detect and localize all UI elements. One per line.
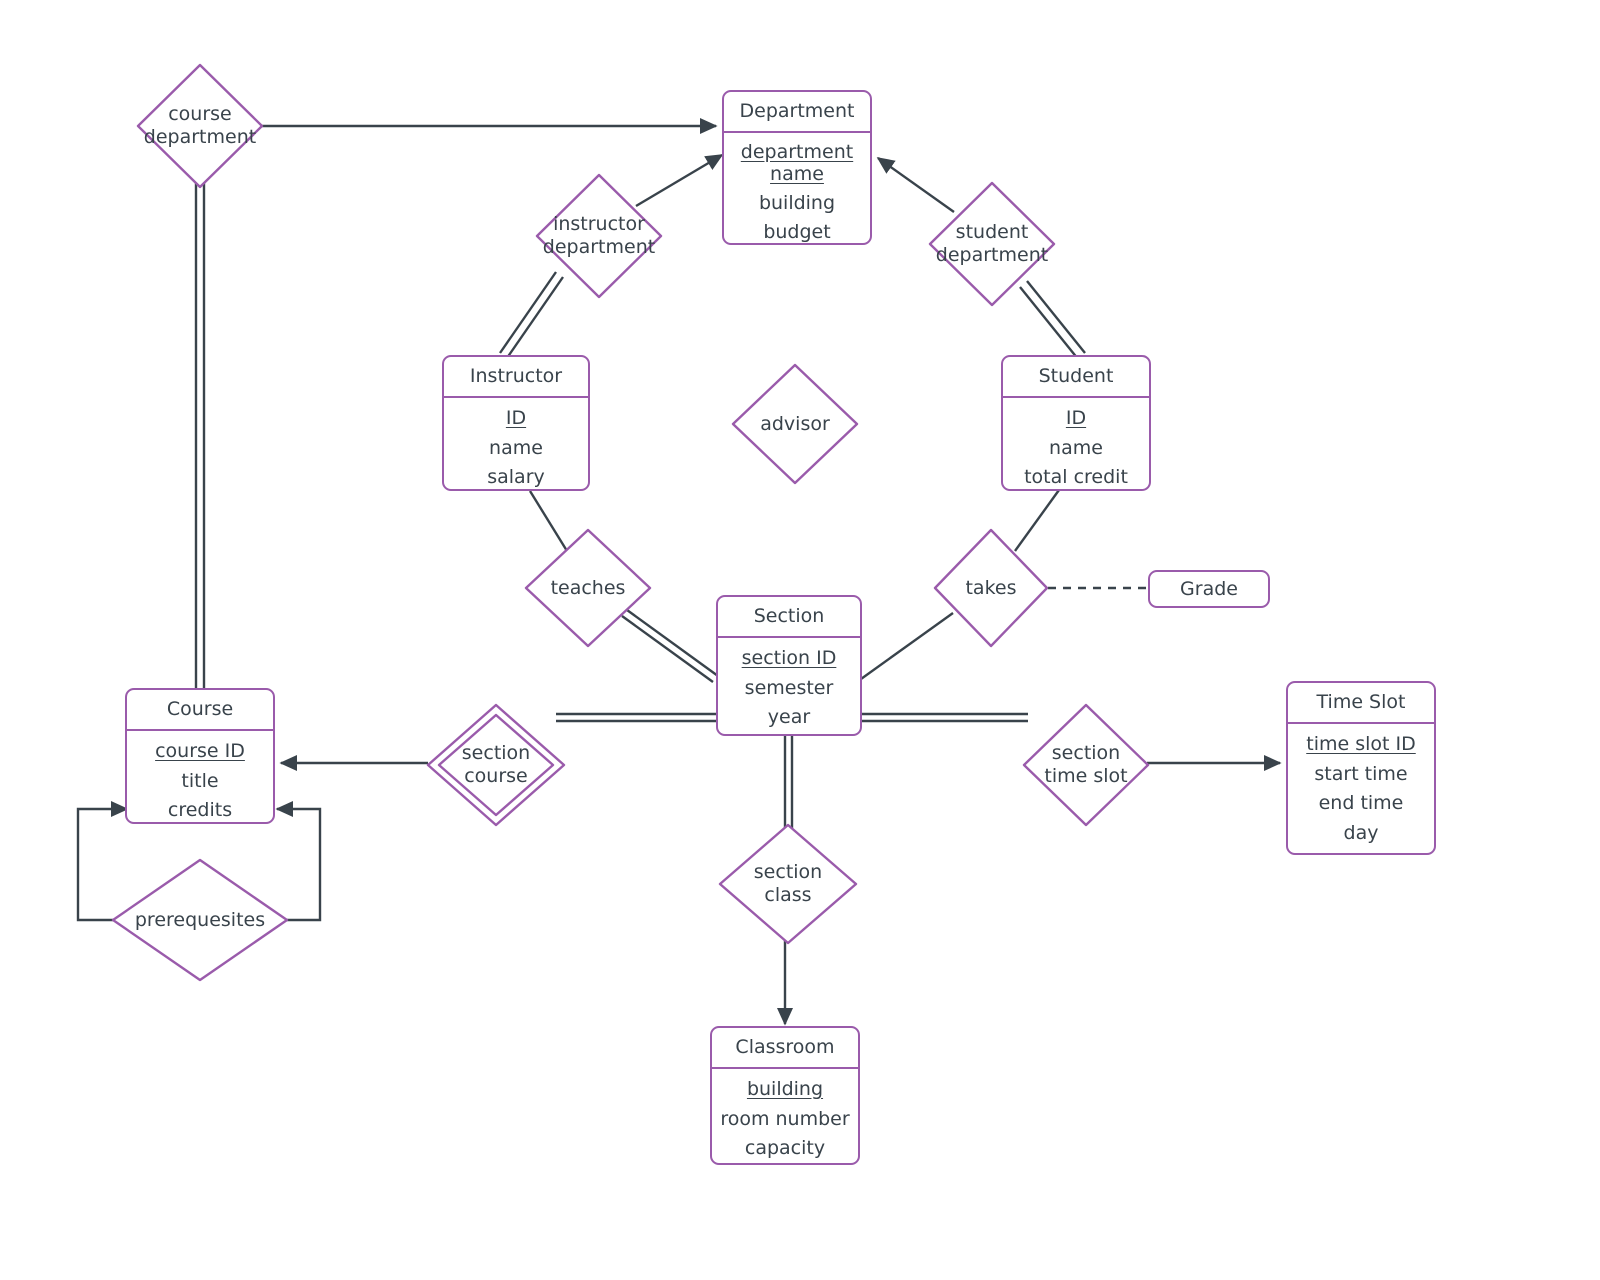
relationship-takes[interactable]: takes bbox=[932, 527, 1050, 649]
er-diagram-canvas: Department department name building budg… bbox=[0, 0, 1600, 1280]
entity-attributes: building room number capacity bbox=[712, 1069, 858, 1172]
attribute-time-slot-id: time slot ID bbox=[1306, 732, 1416, 755]
entity-instructor[interactable]: Instructor ID name salary bbox=[442, 355, 590, 491]
entity-title: Student bbox=[1003, 357, 1149, 398]
attribute-department-name: department name bbox=[740, 140, 854, 185]
attribute-box-label: Grade bbox=[1180, 578, 1238, 600]
entity-attributes: section ID semester year bbox=[718, 638, 860, 741]
attribute-capacity: capacity bbox=[744, 1137, 826, 1160]
entity-student[interactable]: Student ID name total credit bbox=[1001, 355, 1151, 491]
entity-section[interactable]: Section section ID semester year bbox=[716, 595, 862, 736]
attribute-year: year bbox=[767, 706, 811, 729]
attribute-student-id: ID bbox=[1065, 406, 1087, 429]
entity-title: Classroom bbox=[712, 1028, 858, 1069]
diamond-shape bbox=[1022, 703, 1150, 827]
attribute-credits: credits bbox=[167, 799, 233, 822]
attribute-salary: salary bbox=[487, 466, 545, 489]
attribute-instructor-id: ID bbox=[505, 406, 527, 429]
diamond-shape bbox=[718, 823, 858, 945]
attribute-instructor-name: name bbox=[489, 436, 543, 459]
entity-time-slot[interactable]: Time Slot time slot ID start time end ti… bbox=[1286, 681, 1436, 855]
attribute-total-credit: total credit bbox=[1024, 466, 1128, 489]
entity-title: Section bbox=[718, 597, 860, 638]
relationship-section-course[interactable]: section course bbox=[425, 702, 567, 828]
relationship-prerequesites[interactable]: prerequesites bbox=[110, 857, 290, 983]
relationship-advisor[interactable]: advisor bbox=[730, 362, 860, 486]
diamond-shape-double bbox=[426, 703, 566, 827]
attribute-budget: budget bbox=[763, 221, 831, 244]
entity-attributes: course ID title credits bbox=[127, 731, 273, 834]
attribute-box-grade[interactable]: Grade bbox=[1148, 570, 1270, 608]
entity-attributes: department name building budget bbox=[724, 133, 870, 256]
relationship-section-time-slot[interactable]: section time slot bbox=[1021, 702, 1151, 828]
entity-attributes: ID name salary bbox=[444, 398, 588, 501]
attribute-title: title bbox=[181, 769, 219, 792]
entity-attributes: time slot ID start time end time day bbox=[1288, 724, 1434, 857]
attribute-room-number: room number bbox=[720, 1107, 850, 1130]
diamond-shape bbox=[524, 528, 652, 648]
relationship-course-department[interactable]: course department bbox=[135, 62, 265, 190]
diamond-shape bbox=[928, 181, 1056, 307]
attribute-semester: semester bbox=[744, 676, 834, 699]
attribute-section-id: section ID bbox=[741, 646, 837, 669]
entity-title: Time Slot bbox=[1288, 683, 1434, 724]
relationship-instructor-department[interactable]: instructor department bbox=[534, 172, 664, 300]
entity-title: Instructor bbox=[444, 357, 588, 398]
diamond-shape bbox=[731, 363, 859, 485]
attribute-building: building bbox=[758, 191, 836, 214]
entity-attributes: ID name total credit bbox=[1003, 398, 1149, 501]
attribute-course-id: course ID bbox=[155, 739, 245, 762]
attribute-classroom-building: building bbox=[746, 1077, 824, 1100]
diamond-shape bbox=[535, 173, 663, 299]
attribute-student-name: name bbox=[1049, 436, 1103, 459]
entity-department[interactable]: Department department name building budg… bbox=[722, 90, 872, 245]
diamond-shape bbox=[933, 528, 1049, 648]
diamond-shape bbox=[111, 858, 289, 982]
attribute-end-time: end time bbox=[1318, 792, 1404, 815]
relationship-student-department[interactable]: student department bbox=[927, 180, 1057, 308]
relationship-section-class[interactable]: section class bbox=[717, 822, 859, 946]
attribute-start-time: start time bbox=[1314, 762, 1408, 785]
entity-title: Course bbox=[127, 690, 273, 731]
entity-classroom[interactable]: Classroom building room number capacity bbox=[710, 1026, 860, 1165]
entity-course[interactable]: Course course ID title credits bbox=[125, 688, 275, 824]
attribute-day: day bbox=[1343, 822, 1379, 845]
diamond-shape bbox=[136, 63, 264, 189]
entity-title: Department bbox=[724, 92, 870, 133]
relationship-teaches[interactable]: teaches bbox=[523, 527, 653, 649]
